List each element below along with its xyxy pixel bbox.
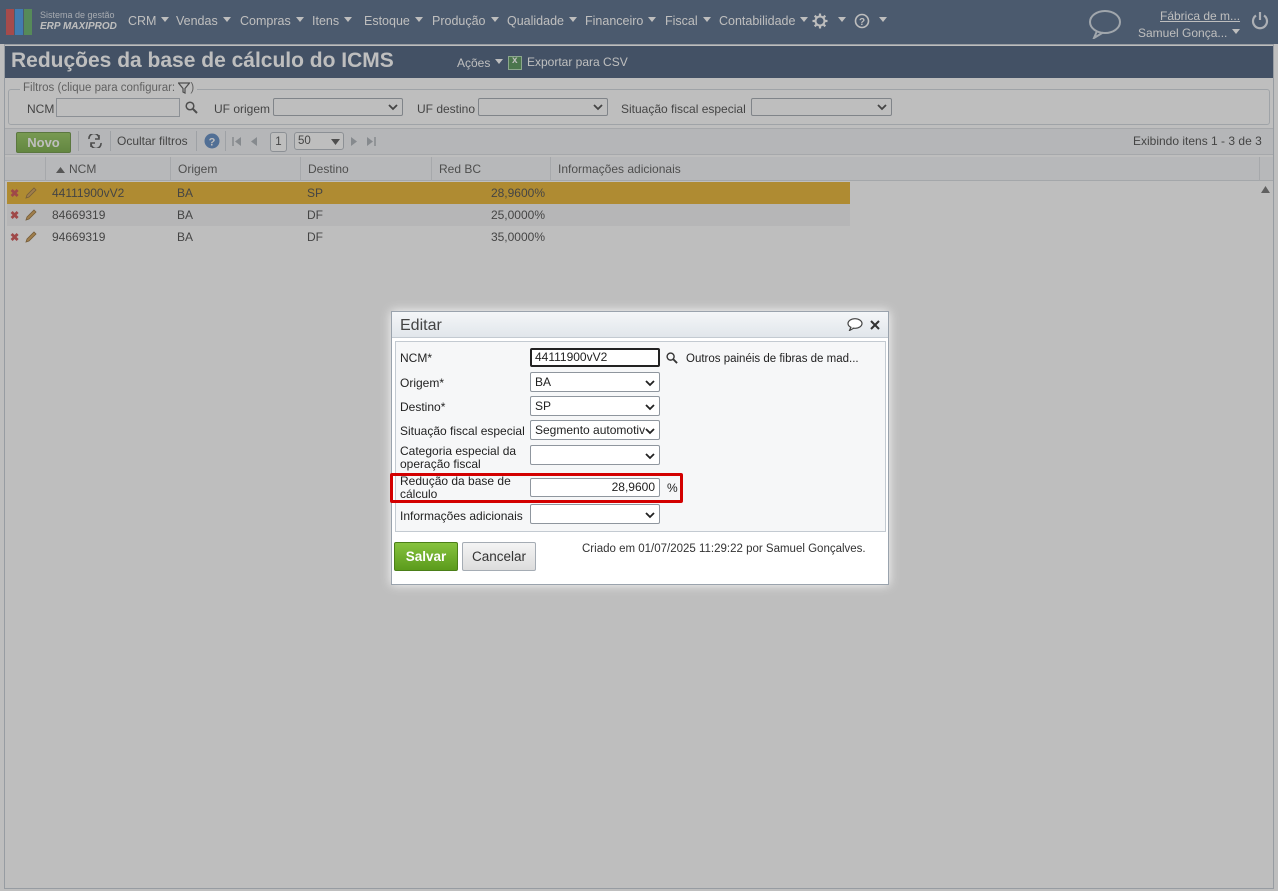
destino-label: Destino* (400, 400, 446, 414)
search-icon[interactable] (666, 352, 678, 364)
situacao-value: Segmento automotivo (535, 423, 652, 437)
situacao-select[interactable]: Segmento automotivo (530, 420, 660, 440)
categoria-select[interactable] (530, 445, 660, 465)
chevron-down-icon (645, 404, 655, 411)
info-label: Informações adicionais (400, 509, 523, 523)
chevron-down-icon (645, 427, 655, 435)
dialog-header: Editar (392, 312, 888, 338)
cancel-button[interactable]: Cancelar (462, 542, 536, 571)
save-button[interactable]: Salvar (394, 542, 458, 571)
ncm-label: NCM* (400, 351, 432, 365)
origem-value: BA (535, 375, 552, 389)
chevron-down-icon (645, 453, 655, 460)
destino-select[interactable]: SP (530, 396, 660, 416)
situacao-label: Situação fiscal especial (400, 424, 525, 438)
ncm-input[interactable]: 44111900vV2 (530, 348, 660, 367)
dialog-title: Editar (400, 317, 442, 334)
ncm-description: Outros painéis de fibras de mad... (686, 353, 859, 365)
origem-label: Origem* (400, 376, 445, 390)
created-info: Criado em 01/07/2025 11:29:22 por Samuel… (582, 543, 866, 555)
close-icon[interactable] (870, 320, 880, 330)
chevron-down-icon (645, 380, 655, 387)
highlight-box (390, 473, 683, 503)
origem-select[interactable]: BA (530, 372, 660, 392)
info-select[interactable] (530, 504, 660, 524)
categoria-label-line-2: operação fiscal (400, 457, 481, 471)
destino-value: SP (535, 399, 552, 413)
categoria-label: Categoria especial da operação fiscal (400, 445, 516, 471)
chevron-down-icon (645, 512, 655, 519)
comment-icon[interactable] (847, 318, 863, 331)
